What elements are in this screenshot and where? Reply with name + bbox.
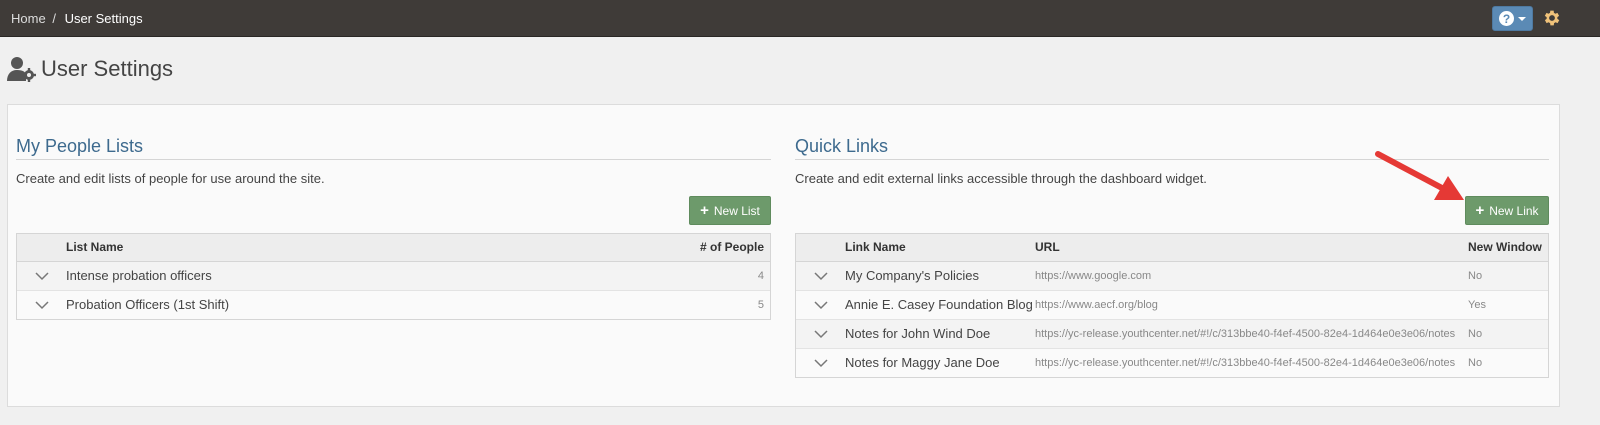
help-icon: ? <box>1499 11 1514 26</box>
plus-icon: + <box>1475 202 1485 219</box>
link-name-column-header: Link Name <box>845 234 1035 262</box>
link-name: My Company's Policies <box>845 260 1035 290</box>
table-row[interactable]: Notes for Maggy Jane Doe https://yc-rele… <box>796 347 1548 377</box>
chevron-down-icon <box>34 301 49 309</box>
new-list-button[interactable]: + New List <box>689 196 771 225</box>
expand-column-header <box>17 234 66 262</box>
people-count: 4 <box>650 260 770 290</box>
new-list-label: New List <box>713 203 760 218</box>
top-navbar: Home / User Settings ? <box>0 0 1600 37</box>
expand-toggle[interactable] <box>796 289 845 319</box>
people-lists-description: Create and edit lists of people for use … <box>16 171 325 186</box>
new-window-value: No <box>1468 260 1548 290</box>
table-row[interactable]: Annie E. Casey Foundation Blog https://w… <box>796 289 1548 319</box>
new-link-label: New Link <box>1489 203 1539 218</box>
link-name: Notes for Maggy Jane Doe <box>845 347 1035 377</box>
list-name-column-header: List Name <box>66 234 650 262</box>
expand-toggle[interactable] <box>796 260 845 290</box>
page-title: User Settings <box>41 56 174 81</box>
expand-toggle[interactable] <box>796 318 845 348</box>
chevron-down-icon <box>813 329 828 338</box>
people-count-column-header: # of People <box>650 234 770 262</box>
chevron-down-icon <box>813 271 828 280</box>
table-row[interactable]: Probation Officers (1st Shift) 5 <box>17 289 770 319</box>
link-name: Annie E. Casey Foundation Blog <box>845 289 1035 319</box>
new-window-value: Yes <box>1468 289 1548 319</box>
table-row[interactable]: Intense probation officers 4 <box>17 260 770 290</box>
quick-links-table: Link Name URL New Window My Company's Po… <box>796 234 1548 377</box>
people-lists-table: List Name # of People Intense probation … <box>17 234 770 319</box>
people-count: 5 <box>650 289 770 319</box>
new-link-button[interactable]: + New Link <box>1465 196 1549 225</box>
user-gear-icon <box>7 57 36 82</box>
new-window-column-header: New Window <box>1468 234 1548 262</box>
link-url[interactable]: https://yc-release.youthcenter.net/#!/c/… <box>1035 347 1468 377</box>
plus-icon: + <box>700 202 709 219</box>
caret-down-icon <box>1518 16 1526 21</box>
breadcrumb-separator: / <box>52 11 56 26</box>
list-name: Intense probation officers <box>66 260 650 290</box>
list-name: Probation Officers (1st Shift) <box>66 289 650 319</box>
url-column-header: URL <box>1035 234 1468 262</box>
people-lists-title: My People Lists <box>16 136 144 156</box>
people-lists-divider <box>16 159 771 160</box>
table-header-row: List Name # of People <box>17 234 770 262</box>
red-arrow-annotation <box>1375 151 1464 200</box>
link-url[interactable]: https://www.aecf.org/blog <box>1035 289 1468 319</box>
quick-links-title: Quick Links <box>795 136 889 156</box>
expand-toggle[interactable] <box>796 347 845 377</box>
gear-icon[interactable] <box>1542 8 1562 28</box>
new-window-value: No <box>1468 347 1548 377</box>
link-url[interactable]: https://www.google.com <box>1035 260 1468 290</box>
table-header-row: Link Name URL New Window <box>796 234 1548 262</box>
chevron-down-icon <box>34 271 49 280</box>
table-row[interactable]: My Company's Policies https://www.google… <box>796 260 1548 290</box>
expand-toggle[interactable] <box>17 260 66 290</box>
breadcrumb-current: User Settings <box>64 11 143 26</box>
breadcrumb: Home / User Settings <box>11 11 143 26</box>
help-dropdown-button[interactable]: ? <box>1492 6 1533 31</box>
expand-column-header <box>796 234 845 262</box>
page-header: User Settings <box>7 56 173 82</box>
breadcrumb-home-link[interactable]: Home <box>11 11 46 26</box>
link-name: Notes for John Wind Doe <box>845 318 1035 348</box>
new-window-value: No <box>1468 318 1548 348</box>
chevron-down-icon <box>813 359 828 367</box>
quick-links-description: Create and edit external links accessibl… <box>795 171 1207 186</box>
table-row[interactable]: Notes for John Wind Doe https://yc-relea… <box>796 318 1548 348</box>
chevron-down-icon <box>813 300 828 309</box>
link-url[interactable]: https://yc-release.youthcenter.net/#!/c/… <box>1035 318 1468 348</box>
expand-toggle[interactable] <box>17 289 66 319</box>
